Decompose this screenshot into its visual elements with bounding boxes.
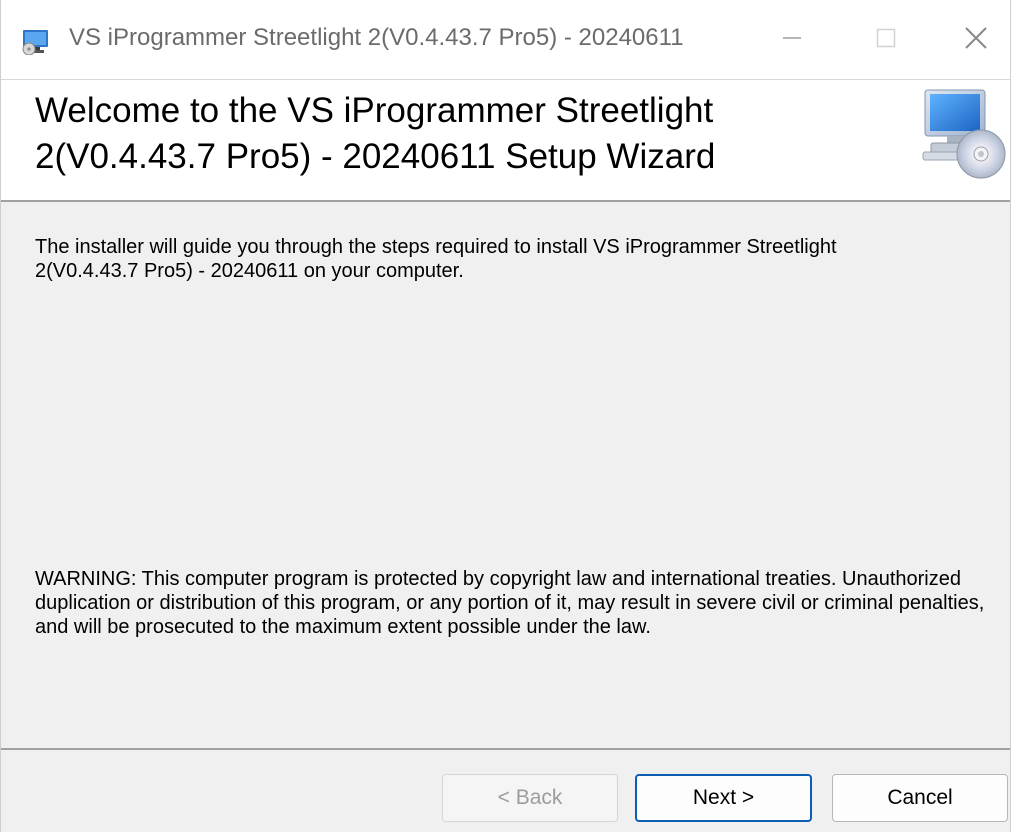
installer-icon xyxy=(22,30,48,55)
wizard-content: The installer will guide you through the… xyxy=(1,204,1010,748)
minimize-icon xyxy=(783,36,801,39)
maximize-button[interactable] xyxy=(851,10,921,65)
cancel-button[interactable]: Cancel xyxy=(832,774,1008,822)
footer-divider xyxy=(1,748,1010,750)
close-icon xyxy=(965,26,987,49)
maximize-icon xyxy=(876,28,896,47)
setup-wizard-window: VS iProgrammer Streetlight 2(V0.4.43.7 P… xyxy=(0,0,1011,832)
close-button[interactable] xyxy=(941,10,1010,65)
next-button[interactable]: Next > xyxy=(635,774,812,822)
copyright-warning: WARNING: This computer program is protec… xyxy=(35,568,985,638)
intro-text: The installer will guide you through the… xyxy=(35,236,837,282)
wizard-banner: Welcome to the VS iProgrammer Streetligh… xyxy=(1,80,1010,202)
banner-title: Welcome to the VS iProgrammer Streetligh… xyxy=(35,91,716,176)
title-bar[interactable]: VS iProgrammer Streetlight 2(V0.4.43.7 P… xyxy=(1,0,1010,80)
back-button[interactable]: < Back xyxy=(442,774,618,822)
minimize-button[interactable] xyxy=(757,10,827,65)
computer-cd-icon xyxy=(922,89,1006,179)
window-title: VS iProgrammer Streetlight 2(V0.4.43.7 P… xyxy=(69,24,684,51)
